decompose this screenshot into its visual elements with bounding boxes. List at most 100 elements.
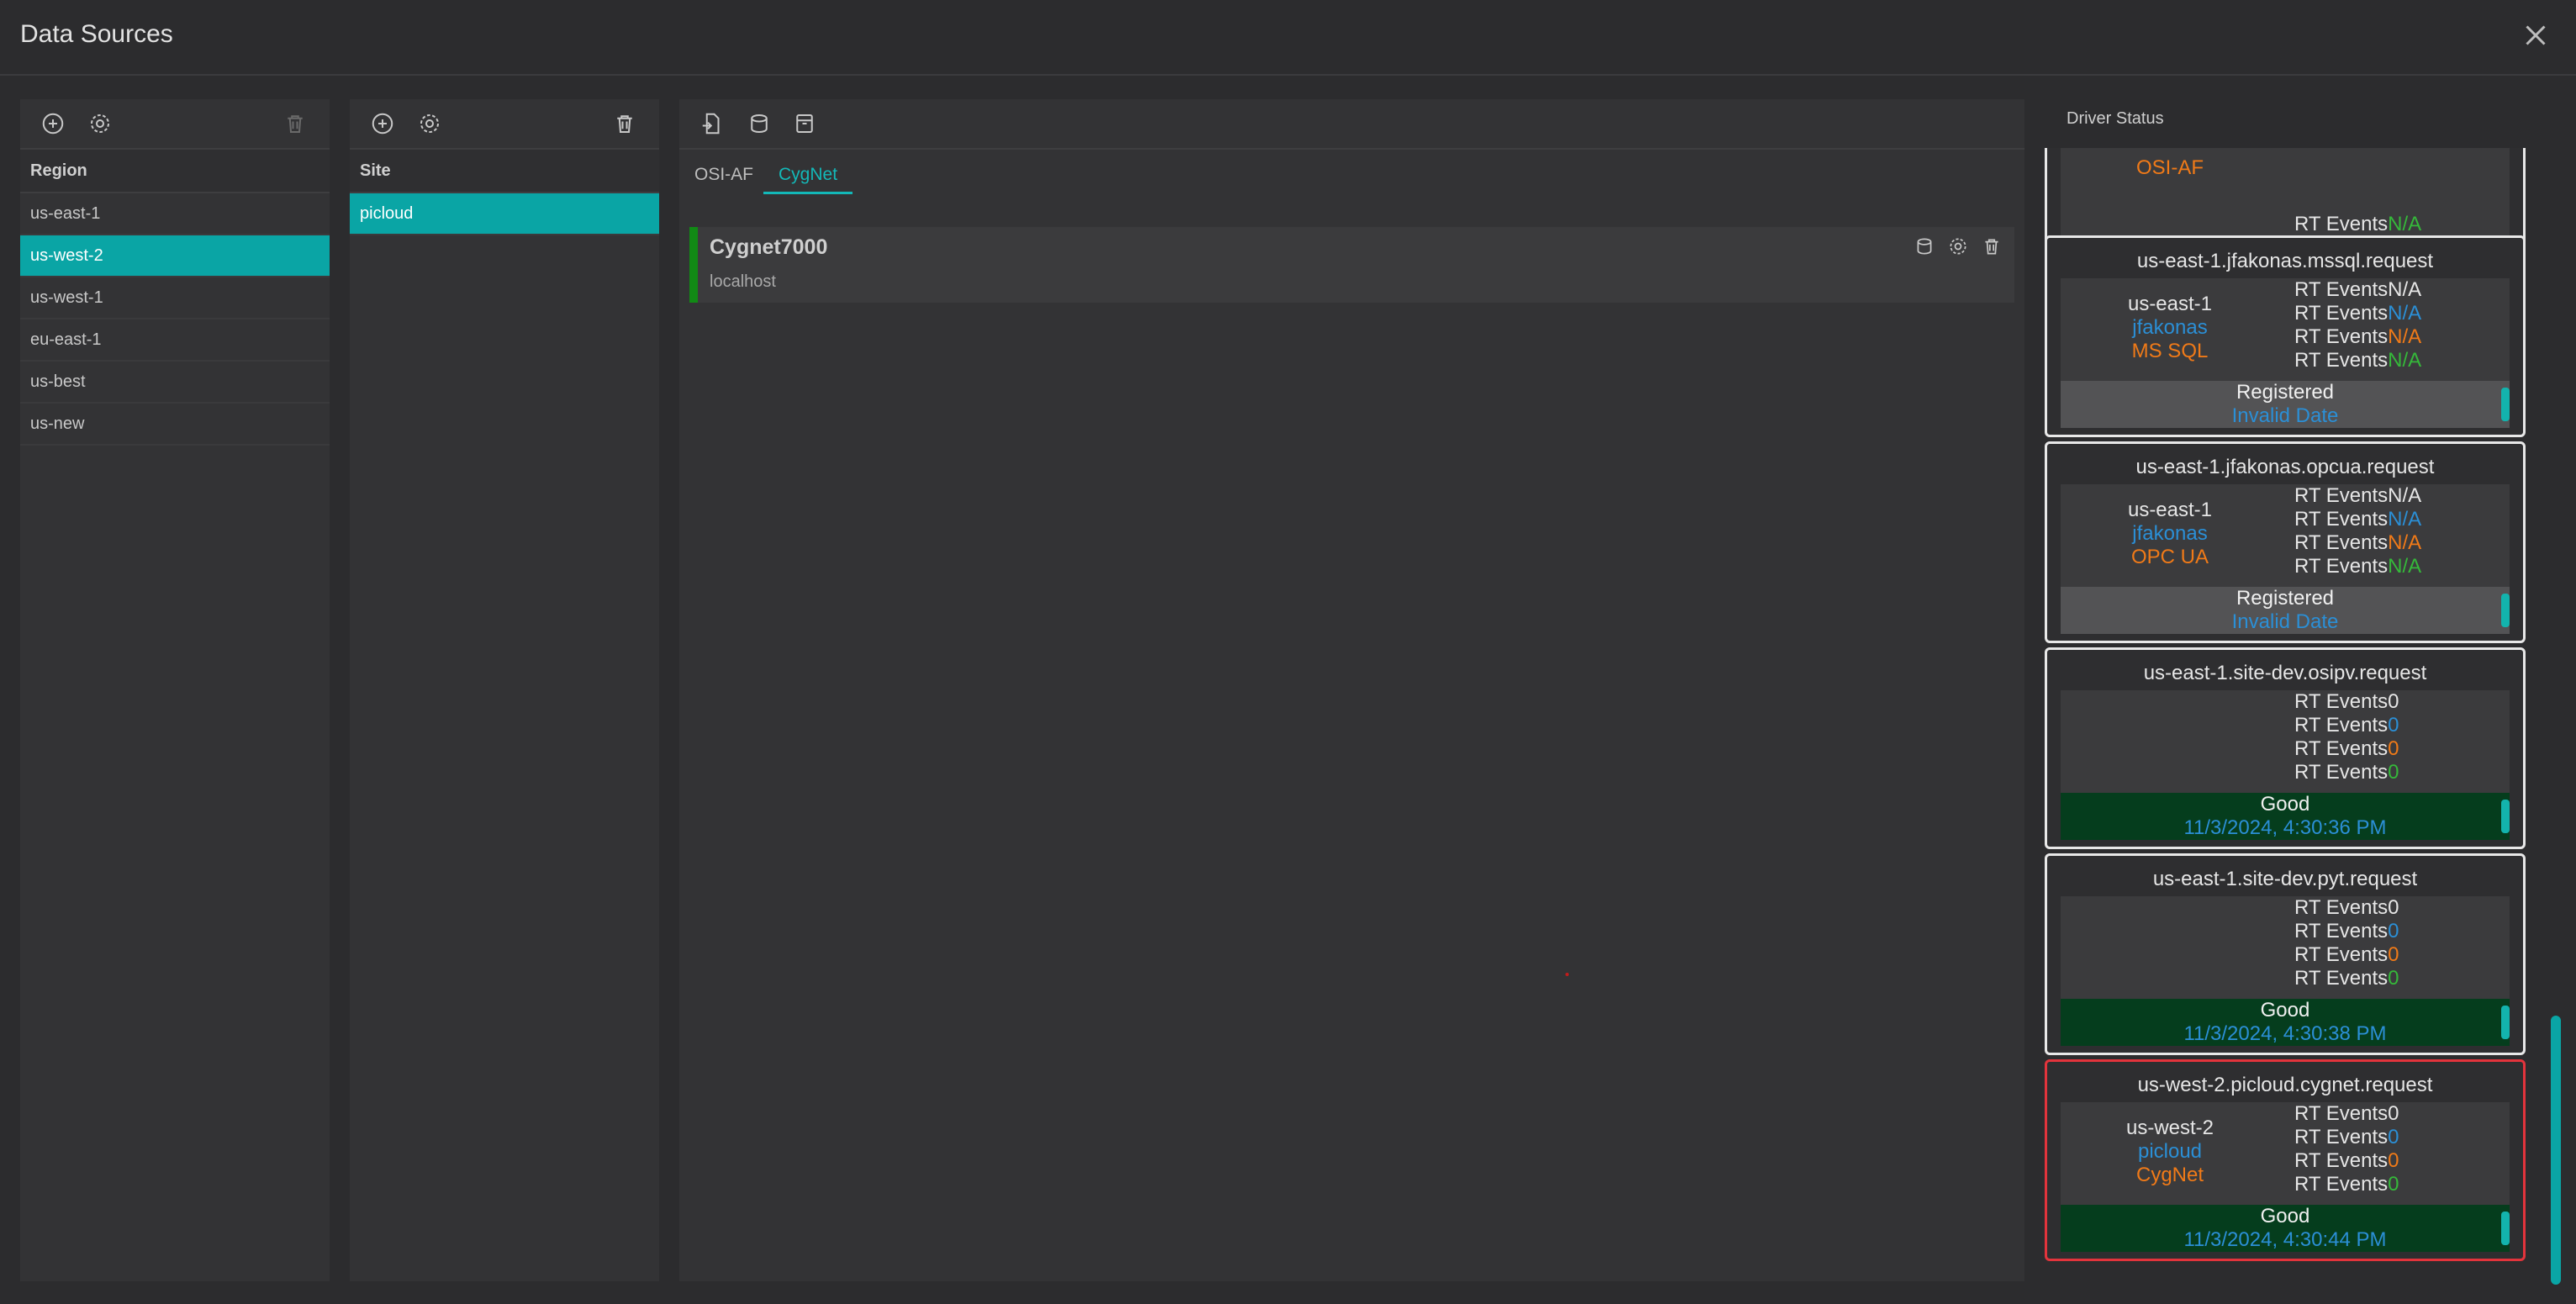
driver-site: jfakonas [2132,316,2208,339]
gear-icon[interactable] [417,111,442,136]
region-item[interactable]: us-east-1 [20,193,330,235]
rt-event-label: RT Events [2294,896,2389,919]
driver-card-body: us-east-1 jfakonas OPC UA RT EventsN/A RT Ev… [2061,484,2510,587]
gear-icon[interactable] [87,111,113,136]
driver-site: jfakonas [2132,522,2208,545]
rt-event-label: RT Events [2294,278,2389,301]
close-icon[interactable] [2521,20,2551,50]
rt-event-label: RT Events [2294,1149,2389,1172]
driver-card-status: RegisteredInvalid Date [2061,587,2510,634]
status-indicator [2501,800,2510,833]
status-text: Good [2260,1205,2310,1227]
site-item-selected[interactable]: picloud [350,193,659,235]
site-list: picloud [350,193,659,235]
rt-event-row: RT EventsN/A [2294,278,2421,302]
rt-event-row: RT EventsN/A [2294,508,2421,531]
rt-event-value: N/A [2388,213,2422,235]
status-date: 11/3/2024, 4:30:38 PM [2183,1022,2387,1045]
status-text: Registered [2236,587,2335,610]
archive-icon[interactable] [792,111,817,136]
region-item-selected[interactable]: us-west-2 [20,235,330,277]
cursor-dot [1565,973,1569,976]
region-panel: Region us-east-1 us-west-2 us-west-1 eu-… [20,99,330,1281]
rt-event-label: RT Events [2294,484,2389,507]
driver-card[interactable]: us-west-2.picloud.cygnet.request us-west-… [2045,1059,2526,1261]
rt-event-row: RT Events0 [2294,1173,2399,1196]
rt-event-label: RT Events [2294,349,2389,372]
rt-event-value: 0 [2388,1149,2399,1172]
rt-event-row: RT EventsN/A [2294,555,2421,578]
rt-event-label: RT Events [2294,555,2389,578]
status-text: Good [2260,793,2310,816]
region-item[interactable]: us-new [20,404,330,446]
rt-event-label: RT Events [2294,1173,2389,1196]
rt-event-value: N/A [2388,325,2422,348]
driver-card[interactable]: us-east-1.site-dev.pyt.request RT Events0… [2045,853,2526,1055]
status-text: Good [2260,999,2310,1022]
rt-event-value: 0 [2388,714,2399,736]
rt-event-label: RT Events [2294,508,2389,531]
rt-event-label: RT Events [2294,1126,2389,1148]
driver-card-title: us-east-1.site-dev.pyt.request [2152,868,2418,890]
driver-card-title: us-east-1.site-dev.osipv.request [2143,662,2427,684]
trash-icon[interactable] [1981,235,2003,257]
database-icon[interactable] [1914,235,1935,257]
driver-status-scrollbar[interactable] [2551,148,2561,1285]
rt-event-row: RT Events0 [2294,1102,2399,1126]
status-indicator [2501,1212,2510,1245]
region-item[interactable]: us-west-1 [20,277,330,319]
status-date: Invalid Date [2231,610,2339,633]
rt-events: RT EventsN/A RT EventsN/A RT EventsN/A RT E… [2294,278,2421,372]
driver-region: us-east-1 [2127,293,2213,315]
region-toolbar [20,99,330,150]
tab-osi-af[interactable]: OSI-AF [679,158,768,192]
driver-card[interactable]: us-east-1.jfakonas.opcua.request us-east-… [2045,441,2526,643]
database-icon[interactable] [747,111,772,136]
rt-event-value: 0 [2388,920,2399,942]
rt-event-row: RT Events0 [2294,737,2399,761]
rt-event-label: RT Events [2294,967,2389,990]
region-item[interactable]: eu-east-1 [20,319,330,362]
driver-meta: OSI-AF [2061,156,2279,180]
rt-event-row: RT EventsN/A [2294,484,2421,508]
rt-events: RT Events0 RT Events0 RT Events0 RT Events0 [2294,690,2399,784]
site-panel: Site picloud [350,99,659,1281]
connections-toolbar [679,99,2024,150]
add-circle-icon[interactable] [370,111,395,136]
rt-event-value: 0 [2388,761,2399,784]
trash-icon[interactable] [282,111,308,136]
connection-card[interactable]: Cygnet7000 localhost [689,227,2014,303]
trash-icon[interactable] [612,111,637,136]
rt-event-value: N/A [2388,555,2422,578]
rt-event-row: RT EventsN/A [2294,325,2421,349]
driver-card-body: RT Events0 RT Events0 RT Events0 RT Events0 [2061,690,2510,793]
tab-cygnet[interactable]: CygNet [763,158,853,194]
driver-meta: us-east-1 jfakonas OPC UA [2061,499,2279,569]
driver-card[interactable]: us-east-1.jfakonas.mssql.request us-east-… [2045,235,2526,437]
rt-event-label: RT Events [2294,761,2389,784]
rt-event-label: RT Events [2294,920,2389,942]
rt-event-value: 0 [2388,896,2399,919]
rt-event-label: RT Events [2294,1102,2389,1125]
status-indicator [2501,1006,2510,1039]
add-circle-icon[interactable] [40,111,66,136]
rt-event-label: RT Events [2294,531,2389,554]
driver-card-title: us-east-1.jfakonas.opcua.request [2135,456,2435,478]
rt-event-value: 0 [2388,1173,2399,1196]
scrollbar-thumb[interactable] [2551,1016,2561,1285]
rt-event-value: N/A [2388,349,2422,372]
gear-icon[interactable] [1947,235,1969,257]
driver-type: CygNet [2135,1164,2204,1186]
region-item[interactable]: us-best [20,362,330,404]
region-column-header: Region [20,150,330,193]
driver-card-status: RegisteredInvalid Date [2061,381,2510,428]
driver-card[interactable]: us-east-1.site-dev.osipv.request RT Event… [2045,647,2526,849]
driver-status-list[interactable]: OSI-AFRT EventsRT EventsRT EventsRT Even… [2045,148,2526,1270]
rt-event-value: 0 [2388,967,2399,990]
region-list: us-east-1 us-west-2 us-west-1 eu-east-1 … [20,193,330,446]
rt-event-value: N/A [2388,278,2422,301]
rt-event-label: RT Events [2294,690,2389,713]
rt-event-label: RT Events [2294,943,2389,966]
file-import-icon[interactable] [699,111,725,136]
driver-card-status: Good 11/3/2024, 4:30:44 PM [2061,1205,2510,1252]
